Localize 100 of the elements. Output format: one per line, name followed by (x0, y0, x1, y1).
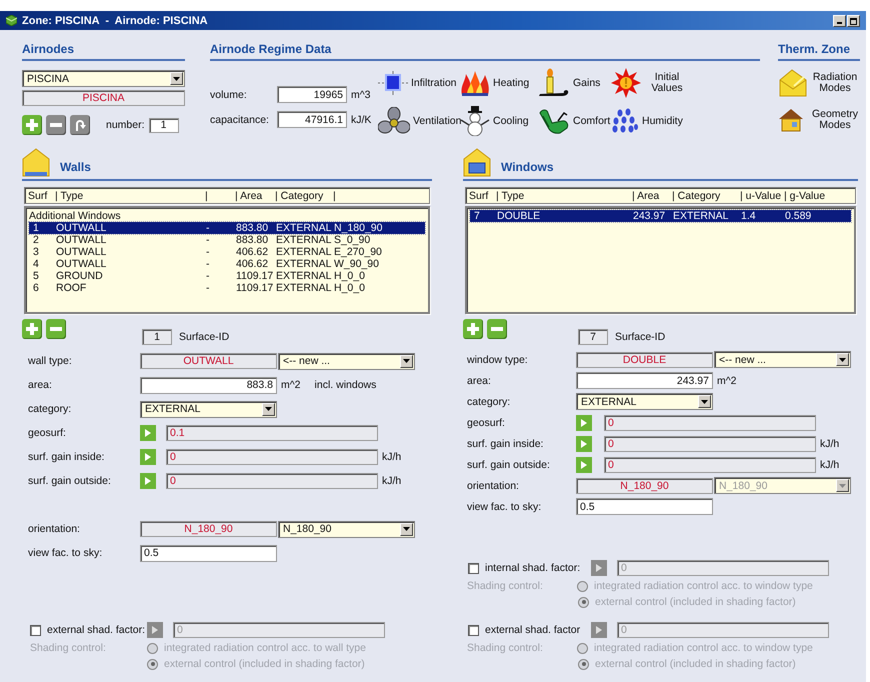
table-cell-text: H_0_0 (334, 282, 366, 294)
dropdown[interactable]: EXTERNAL (140, 400, 277, 418)
column-header[interactable]: | Type (496, 190, 632, 202)
play-button[interactable] (591, 560, 607, 576)
cube-icon (6, 15, 17, 26)
droplets-icon (611, 108, 639, 134)
table-row[interactable]: 6 ROOF - 1109.17 EXTERNAL H_0_0 (29, 282, 425, 294)
input-field[interactable]: 883.8 (140, 376, 277, 394)
column-header[interactable]: | Area (235, 190, 275, 202)
play-button[interactable] (140, 425, 156, 441)
play-button[interactable] (576, 414, 592, 430)
comfort-button[interactable]: Comfort (538, 106, 611, 136)
field-label: geosurf: (27, 427, 67, 439)
input-field[interactable]: 0 (604, 414, 816, 430)
table-row[interactable]: 5 GROUND - 1109.17 EXTERNAL H_0_0 (29, 270, 425, 282)
play-button[interactable] (576, 456, 592, 472)
column-header[interactable]: | (205, 190, 235, 202)
column-header[interactable]: | Category (275, 190, 333, 202)
minimize-button[interactable] (833, 14, 846, 26)
input-field[interactable]: 19965 (277, 86, 347, 103)
flame-icon (460, 70, 490, 96)
infiltration-button[interactable]: Infiltration (378, 68, 460, 98)
table-row[interactable]: 7 DOUBLE 243.97 EXTERNAL 1.4 0.589 (470, 210, 851, 222)
column-header[interactable]: | Area (632, 190, 672, 202)
play-button[interactable] (140, 449, 156, 465)
type-dropdown[interactable]: <-- new ... (714, 351, 851, 368)
input-field[interactable]: 0.5 (140, 544, 277, 562)
table-cell-text: 406.62 (236, 246, 270, 258)
table-row[interactable]: 4 OUTWALL - 406.62 EXTERNAL W_90_90 (29, 258, 425, 270)
unit-label: m^3 (351, 88, 371, 100)
table-cell-text: EXTERNAL (276, 282, 332, 294)
column-header[interactable]: Surf (469, 190, 496, 202)
input-field[interactable]: 0 (166, 473, 378, 489)
unit-label: kJ/h (820, 438, 840, 450)
column-header[interactable]: | Type (55, 190, 205, 202)
radio-button[interactable] (147, 642, 158, 654)
input-field[interactable]: 243.97 (576, 372, 713, 389)
input-field[interactable]: 0 (604, 456, 816, 472)
checkbox[interactable] (30, 624, 41, 636)
humidity-button[interactable]: Humidity (611, 106, 691, 136)
input-field[interactable]: 0.5 (576, 498, 713, 515)
table-row[interactable]: 1 OUTWALL - 883.80 EXTERNAL N_180_90 (29, 222, 425, 234)
surface-id-field[interactable]: 1 (142, 329, 172, 345)
column-header[interactable]: Surf (28, 190, 55, 202)
refresh-button[interactable] (70, 115, 90, 135)
unit-label: m^2 (717, 374, 737, 386)
play-button[interactable] (147, 622, 163, 638)
table-cell-text: OUTWALL (56, 258, 108, 270)
column-header[interactable]: | u-Value (740, 190, 784, 202)
input-field[interactable]: 0.1 (166, 425, 378, 441)
add-button[interactable] (22, 319, 42, 339)
geometry-modes-button[interactable]: Geometry Modes (778, 108, 860, 132)
field-label: category: (27, 403, 72, 415)
field-label: window type: (466, 354, 529, 366)
column-header[interactable]: | Category (672, 190, 740, 202)
initial-button[interactable]: Initial Values (611, 68, 691, 98)
column-header[interactable]: | (333, 190, 426, 202)
unit-label: kJ/K (351, 114, 372, 126)
section-heading: Airnode Regime Data (210, 42, 760, 61)
add-button[interactable] (22, 115, 42, 135)
radio-button[interactable] (577, 642, 588, 654)
airnode-dropdown[interactable]: PISCINA (22, 70, 185, 87)
gains-button[interactable]: Gains (538, 68, 611, 98)
surface-id-field[interactable]: 7 (578, 329, 608, 345)
checkbox[interactable] (468, 624, 479, 636)
table-row[interactable]: 2 OUTWALL - 883.80 EXTERNAL S_0_90 (29, 234, 425, 246)
column-header[interactable]: | g-Value (784, 190, 852, 202)
table-cell-text: 1109.17 (236, 270, 274, 282)
remove-button[interactable] (46, 319, 66, 339)
heating-button[interactable]: Heating (460, 68, 538, 98)
radiation-modes-button[interactable]: Radiation Modes (778, 68, 860, 98)
table-cell-text: EXTERNAL (276, 270, 332, 282)
input-field[interactable]: 47916.1 (277, 111, 347, 128)
field-label: surf. gain inside: (466, 438, 544, 450)
radio-button[interactable] (577, 580, 588, 592)
remove-button[interactable] (46, 115, 66, 135)
type-dropdown[interactable]: <-- new ... (278, 352, 415, 370)
radio-button[interactable] (578, 596, 589, 608)
input-field[interactable]: 0 (604, 436, 816, 452)
input-field[interactable]: 0 (166, 449, 378, 465)
type-dropdown[interactable]: N_180_90 (278, 520, 415, 538)
number-field[interactable]: 1 (148, 118, 179, 132)
play-button[interactable] (576, 436, 592, 452)
radio-button[interactable] (147, 658, 158, 670)
group-label: Additional Windows (29, 210, 122, 222)
table-cell-text: OUTWALL (56, 246, 108, 258)
play-button[interactable] (591, 622, 607, 638)
table-cell-text: S_0_90 (334, 234, 372, 246)
house-icon (463, 148, 491, 177)
table-cell-text: 0.589 (785, 210, 812, 222)
dropdown[interactable]: EXTERNAL (576, 393, 713, 410)
table-row[interactable]: 3 OUTWALL - 406.62 EXTERNAL E_270_90 (29, 246, 425, 258)
maximize-button[interactable] (847, 14, 860, 26)
add-button[interactable] (463, 319, 483, 339)
ventilation-button[interactable]: Ventilation (378, 106, 460, 136)
checkbox[interactable] (468, 562, 479, 574)
cooling-button[interactable]: Cooling (460, 106, 538, 136)
play-button[interactable] (140, 473, 156, 489)
radio-button[interactable] (578, 658, 589, 670)
remove-button[interactable] (487, 319, 507, 339)
